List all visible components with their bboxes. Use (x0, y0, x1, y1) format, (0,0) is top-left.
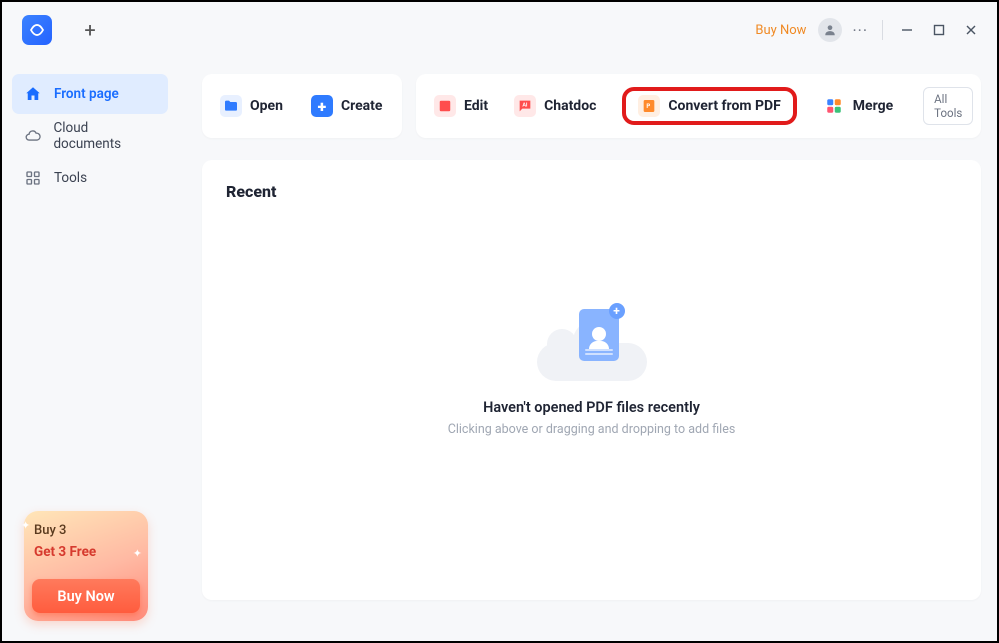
edit-icon (434, 95, 456, 117)
action-label: Merge (853, 98, 893, 114)
promo-card: ✦ ✦ Buy 3 Get 3 Free Buy Now (24, 511, 148, 621)
toolbar-card-primary: Open + Create (202, 74, 402, 138)
chatdoc-button[interactable]: AI Chatdoc (514, 95, 596, 117)
grid-icon (24, 169, 42, 187)
action-label: Convert from PDF (668, 98, 780, 114)
maximize-button[interactable] (923, 16, 955, 44)
action-label: Create (341, 98, 383, 114)
empty-subtitle: Clicking above or dragging and dropping … (448, 422, 736, 437)
create-button[interactable]: + Create (311, 95, 383, 117)
action-label: Chatdoc (544, 98, 596, 114)
new-tab-button[interactable]: + (76, 16, 104, 44)
minimize-button[interactable] (891, 16, 923, 44)
promo-line2: Get 3 Free (34, 544, 138, 560)
sidebar-item-label: Tools (54, 170, 87, 186)
action-label: Edit (464, 98, 488, 114)
action-label: Open (250, 98, 283, 114)
promo-buy-now-button[interactable]: Buy Now (32, 579, 140, 613)
svg-text:P: P (647, 103, 651, 110)
chat-icon: AI (514, 95, 536, 117)
svg-text:AI: AI (522, 103, 528, 109)
sidebar-item-label: Front page (54, 86, 119, 102)
empty-state: Haven't opened PDF files recently Clicki… (226, 311, 957, 437)
toolbar-card-tools: Edit AI Chatdoc P Convert from PDF Merge… (416, 74, 981, 138)
merge-icon (823, 95, 845, 117)
all-tools-button[interactable]: All Tools (923, 87, 973, 125)
account-avatar[interactable] (818, 18, 842, 42)
recent-title: Recent (226, 182, 957, 201)
empty-illustration (537, 311, 647, 381)
sidebar-item-tools[interactable]: Tools (12, 158, 168, 198)
sparkle-icon: ✦ (133, 547, 142, 560)
recent-panel: Recent Haven't opened PDF files recently… (202, 160, 981, 600)
sidebar-item-cloud-documents[interactable]: Cloud documents (12, 116, 168, 156)
sidebar-item-label: Cloud documents (53, 120, 156, 152)
plus-icon: + (311, 95, 333, 117)
app-logo[interactable] (22, 15, 52, 45)
home-icon (24, 85, 42, 103)
sparkle-icon: ✦ (21, 519, 30, 532)
close-button[interactable] (955, 16, 987, 44)
sidebar-item-front-page[interactable]: Front page (12, 74, 168, 114)
open-button[interactable]: Open (220, 95, 283, 117)
merge-button[interactable]: Merge (823, 95, 893, 117)
buy-now-link[interactable]: Buy Now (755, 23, 806, 38)
empty-title: Haven't opened PDF files recently (483, 399, 700, 416)
more-menu[interactable]: ··· (852, 21, 868, 40)
edit-button[interactable]: Edit (434, 95, 488, 117)
cloud-icon (24, 127, 41, 145)
folder-icon (220, 95, 242, 117)
titlebar-divider (882, 20, 883, 40)
convert-from-pdf-button[interactable]: P Convert from PDF (622, 87, 796, 125)
promo-line1: Buy 3 (34, 523, 138, 538)
convert-icon: P (638, 95, 660, 117)
